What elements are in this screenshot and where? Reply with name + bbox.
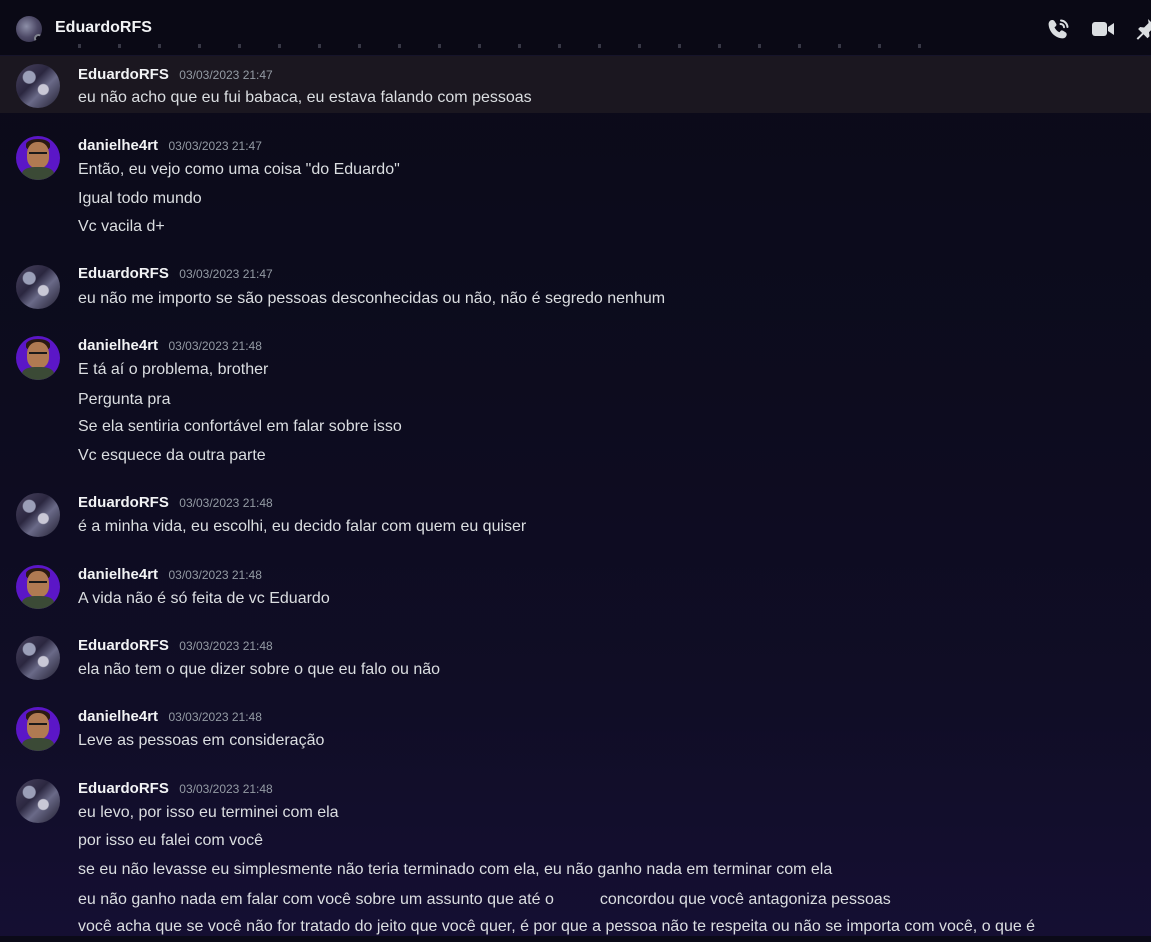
message-group[interactable]: danielhe4rt 03/03/2023 21:48 A vida não … <box>0 565 1151 625</box>
message-header: danielhe4rt 03/03/2023 21:48 <box>78 566 262 584</box>
message-text: eu não ganho nada em falar com você sobr… <box>78 890 891 909</box>
message-text: eu levo, por isso eu terminei com ela <box>78 804 339 821</box>
timestamp: 03/03/2023 21:47 <box>168 139 262 153</box>
status-indicator <box>34 34 42 42</box>
scroll-edge <box>0 936 1151 942</box>
user-avatar[interactable] <box>16 636 60 680</box>
message-header: EduardoRFS 03/03/2023 21:48 <box>78 494 273 512</box>
scrolled-content-edge <box>78 44 958 48</box>
redacted-area <box>171 390 217 404</box>
message-text: eu não acho que eu fui babaca, eu estava… <box>78 89 532 106</box>
timestamp: 03/03/2023 21:47 <box>179 68 273 82</box>
user-avatar[interactable] <box>16 493 60 537</box>
username[interactable]: danielhe4rt <box>78 566 158 583</box>
message-header: danielhe4rt 03/03/2023 21:47 <box>78 137 262 155</box>
message-header: EduardoRFS 03/03/2023 21:47 <box>78 66 273 84</box>
timestamp: 03/03/2023 21:48 <box>179 496 273 510</box>
message-text: Vc vacila d+ <box>78 218 165 235</box>
message-text: Vc esquece da outra parte <box>78 447 266 464</box>
message-text: é a minha vida, eu escolhi, eu decido fa… <box>78 518 527 535</box>
timestamp: 03/03/2023 21:48 <box>179 782 273 796</box>
user-avatar[interactable] <box>16 136 60 180</box>
message-group[interactable]: danielhe4rt 03/03/2023 21:48 Leve as pes… <box>0 707 1151 767</box>
timestamp: 03/03/2023 21:48 <box>179 639 273 653</box>
message-text-part: eu não ganho nada em falar com você sobr… <box>78 891 554 908</box>
user-avatar[interactable] <box>16 707 60 751</box>
channel-header: EduardoRFS <box>0 0 1151 56</box>
message-group[interactable]: EduardoRFS 03/03/2023 21:47 eu não acho … <box>0 56 1151 113</box>
message-group[interactable]: EduardoRFS 03/03/2023 21:48 eu levo, por… <box>0 779 1151 942</box>
message-text: se eu não levasse eu simplesmente não te… <box>78 861 833 878</box>
message-text: Pergunta pra <box>78 390 217 409</box>
timestamp: 03/03/2023 21:47 <box>179 267 273 281</box>
message-text: E tá aí o problema, brother <box>78 361 269 378</box>
message-group[interactable]: danielhe4rt 03/03/2023 21:47 Então, eu v… <box>0 136 1151 246</box>
timestamp: 03/03/2023 21:48 <box>168 339 262 353</box>
message-text-part: concordou que você antagoniza pessoas <box>599 891 891 908</box>
timestamp: 03/03/2023 21:48 <box>168 710 262 724</box>
message-group[interactable]: danielhe4rt 03/03/2023 21:48 E tá aí o p… <box>0 336 1151 476</box>
message-header: EduardoRFS 03/03/2023 21:47 <box>78 265 273 283</box>
message-text: Leve as pessoas em consideração <box>78 732 325 749</box>
user-avatar[interactable] <box>16 265 60 309</box>
message-header: danielhe4rt 03/03/2023 21:48 <box>78 708 262 726</box>
phone-call-icon[interactable] <box>1046 17 1072 41</box>
username[interactable]: EduardoRFS <box>78 265 169 282</box>
message-text: você acha que se você não for tratado do… <box>78 918 1036 935</box>
message-list: EduardoRFS 03/03/2023 21:47 eu não acho … <box>0 56 1151 942</box>
message-header: EduardoRFS 03/03/2023 21:48 <box>78 780 273 798</box>
username[interactable]: EduardoRFS <box>78 780 169 797</box>
message-text: Se ela sentiria confortável em falar sob… <box>78 418 402 435</box>
message-text: eu não me importo se são pessoas desconh… <box>78 290 666 307</box>
timestamp: 03/03/2023 21:48 <box>168 568 262 582</box>
pin-icon[interactable] <box>1134 17 1151 41</box>
username[interactable]: danielhe4rt <box>78 137 158 154</box>
message-text: Então, eu vejo como uma coisa "do Eduard… <box>78 161 400 178</box>
message-text: ela não tem o que dizer sobre o que eu f… <box>78 661 441 678</box>
username[interactable]: EduardoRFS <box>78 66 169 83</box>
username[interactable]: danielhe4rt <box>78 708 158 725</box>
username[interactable]: EduardoRFS <box>78 494 169 511</box>
user-avatar[interactable] <box>16 64 60 108</box>
message-text: A vida não é só feita de vc Eduardo <box>78 590 330 607</box>
channel-title[interactable]: EduardoRFS <box>55 19 152 37</box>
user-avatar[interactable] <box>16 336 60 380</box>
message-text: por isso eu falei com você <box>78 832 263 849</box>
user-avatar[interactable] <box>16 565 60 609</box>
message-group[interactable]: EduardoRFS 03/03/2023 21:48 ela não tem … <box>0 636 1151 696</box>
header-toolbar <box>1046 17 1151 41</box>
dm-chat-window: EduardoRFS EduardoRFS 03/03/2023 21:47 e… <box>0 0 1151 942</box>
username[interactable]: danielhe4rt <box>78 337 158 354</box>
video-camera-icon[interactable] <box>1090 17 1116 41</box>
redacted-area <box>554 890 600 904</box>
header-avatar[interactable] <box>16 16 42 42</box>
message-header: danielhe4rt 03/03/2023 21:48 <box>78 337 262 355</box>
message-header: EduardoRFS 03/03/2023 21:48 <box>78 637 273 655</box>
message-group[interactable]: EduardoRFS 03/03/2023 21:48 é a minha vi… <box>0 493 1151 553</box>
username[interactable]: EduardoRFS <box>78 637 169 654</box>
message-text-part: Pergunta pra <box>78 391 171 408</box>
user-avatar[interactable] <box>16 779 60 823</box>
message-group[interactable]: EduardoRFS 03/03/2023 21:47 eu não me im… <box>0 265 1151 325</box>
message-text: Igual todo mundo <box>78 190 202 207</box>
